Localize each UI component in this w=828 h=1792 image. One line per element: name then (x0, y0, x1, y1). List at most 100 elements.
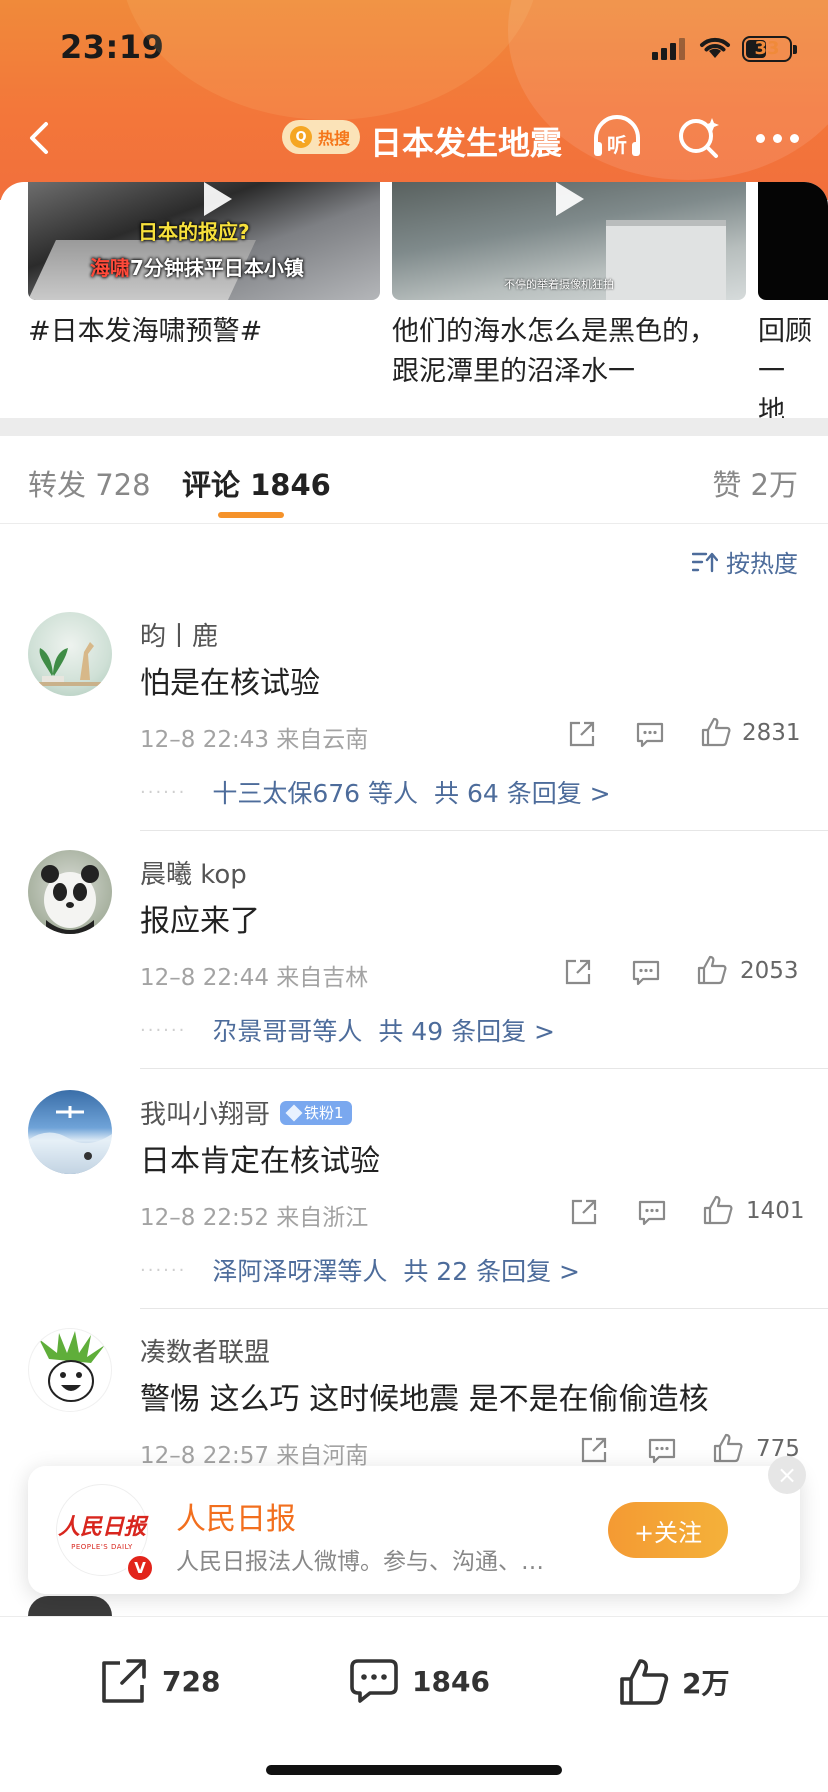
play-icon (204, 182, 232, 216)
avatar[interactable] (28, 850, 112, 934)
comment-meta: 12–8 22:43 来自云南 (140, 727, 369, 753)
comment-meta: 12–8 22:44 来自吉林 (140, 965, 369, 991)
comment-icon[interactable] (636, 1196, 668, 1228)
video-thumbnail[interactable]: 日本的报应? 海啸7分钟抹平日本小镇 (28, 182, 380, 300)
username[interactable]: 昀丨鹿 (140, 616, 218, 653)
hot-search-badge[interactable]: Q 热搜 (282, 120, 361, 154)
bottom-action-bar: 728 1846 2万 (0, 1616, 828, 1792)
video-caption: 不停的举着摄像机狂拍 (504, 278, 614, 291)
account-description: 人民日报法人微博。参与、沟通、… (176, 1549, 544, 1575)
logo-text: 人民日报 (57, 1514, 146, 1540)
username[interactable]: 晨曦 kop (140, 854, 247, 891)
tab-like[interactable]: 赞 2万 (712, 462, 798, 504)
interaction-tabs: 转发 728 评论 1846 赞 2万 (0, 436, 828, 524)
verified-badge-icon: V (126, 1554, 154, 1582)
play-icon (556, 182, 584, 216)
hot-search-label: 热搜 (318, 129, 351, 148)
listen-label: 听 (607, 133, 627, 157)
logo-subtext: PEOPLE'S DAILY (71, 1543, 133, 1551)
account-name[interactable]: 人民日报 (176, 1494, 296, 1538)
thumbs-up-icon (620, 1659, 669, 1705)
comment-text: 怕是在核试验 (140, 666, 320, 701)
comment-icon[interactable] (634, 718, 666, 750)
diamond-icon (285, 1104, 303, 1121)
thumbs-up-icon[interactable] (702, 1194, 734, 1226)
sort-label: 按热度 (726, 550, 798, 578)
battery-level: 33 (754, 38, 780, 59)
like-count: 2万 (682, 1667, 730, 1700)
sort-toggle[interactable]: 按热度 (692, 544, 798, 579)
reply-authors[interactable]: 十三太保676 等人 (212, 774, 418, 810)
repost-button[interactable]: 728 (98, 1657, 220, 1705)
more-options-icon[interactable] (756, 134, 800, 144)
active-tab-indicator (218, 512, 284, 518)
thumbs-up-icon[interactable] (712, 1432, 744, 1464)
hot-search-icon: Q (290, 126, 312, 148)
search-icon[interactable] (676, 114, 722, 160)
comment-meta: 12–8 22:52 来自浙江 (140, 1205, 369, 1231)
reply-total-link[interactable]: 共 49 条回复 > (378, 1012, 555, 1048)
share-icon[interactable] (562, 956, 594, 988)
like-count: 1401 (746, 1198, 805, 1224)
video-title[interactable]: #日本发海啸预警# (28, 312, 368, 352)
like-button[interactable]: 2万 (618, 1657, 729, 1707)
share-icon[interactable] (568, 1196, 600, 1228)
username[interactable]: 凑数者联盟 (140, 1332, 270, 1369)
like-count: 2053 (740, 958, 799, 984)
comment-text: 警惕 这么巧 这时候地震 是不是在偷偷造核 (140, 1382, 709, 1417)
thumbs-up-icon[interactable] (696, 954, 728, 986)
related-videos-carousel: 日本的报应? 海啸7分钟抹平日本小镇 不停的举着摄像机狂拍 #日本发海啸预警# … (0, 182, 828, 418)
repost-count: 728 (162, 1664, 221, 1698)
username[interactable]: 我叫小翔哥 (140, 1094, 270, 1131)
comment-button[interactable]: 1846 (348, 1657, 490, 1705)
avatar[interactable] (28, 612, 112, 696)
avatar (28, 1596, 112, 1616)
comment-meta: 12–8 22:57 来自河南 (140, 1443, 369, 1469)
sort-icon (692, 552, 718, 572)
reply-summary[interactable]: ······ 十三太保676 等人 共 64 条回复 > (140, 774, 611, 810)
back-arrow-icon[interactable] (22, 118, 58, 158)
status-time: 23:19 (60, 28, 165, 66)
video-caption: 日本的报应? (138, 220, 250, 244)
repost-icon (102, 1659, 146, 1703)
fan-level-badge: 铁粉1 (280, 1100, 352, 1125)
video-title[interactable]: 他们的海水怎么是黑色的， 跟泥潭里的沼泽水一 (392, 312, 732, 392)
section-divider (0, 418, 828, 436)
comment-icon[interactable] (646, 1434, 678, 1466)
tab-repost[interactable]: 转发 728 (28, 462, 151, 504)
comment-icon (350, 1659, 398, 1703)
comment-text: 报应来了 (140, 904, 260, 939)
reply-total-link[interactable]: 共 64 条回复 > (434, 774, 611, 810)
avatar[interactable] (28, 1328, 112, 1412)
battery-icon: 33 (742, 36, 797, 62)
divider (140, 830, 828, 831)
avatar[interactable] (28, 1090, 112, 1174)
reply-summary[interactable]: ······ 尕景哥哥等人 共 49 条回复 > (140, 1012, 555, 1048)
video-thumbnail[interactable]: 不停的举着摄像机狂拍 (392, 182, 746, 300)
page-title: 日本发生地震 (370, 124, 563, 162)
topic-header: 23:19 33 Q 热搜 日本发生地震 听 (0, 0, 828, 200)
video-caption: 海啸7分钟抹平日本小镇 (90, 256, 304, 280)
divider (140, 1308, 828, 1309)
recommended-account-card[interactable]: 人民日报 PEOPLE'S DAILY V 人民日报 人民日报法人微博。参与、沟… (28, 1456, 806, 1594)
reply-total-link[interactable]: 共 22 条回复 > (403, 1252, 580, 1288)
cellular-signal-icon (652, 38, 688, 60)
follow-button[interactable]: +关注 (608, 1502, 728, 1558)
tab-comment[interactable]: 评论 1846 (182, 462, 331, 504)
divider (140, 1068, 828, 1069)
share-icon[interactable] (566, 718, 598, 750)
headphones-icon[interactable]: 听 (590, 112, 644, 162)
reply-authors[interactable]: 泽阿泽呀澤等人 (212, 1252, 387, 1288)
share-icon[interactable] (578, 1434, 610, 1466)
reply-summary[interactable]: ······ 泽阿泽呀澤等人 共 22 条回复 > (140, 1252, 580, 1288)
comment-count: 1846 (412, 1664, 490, 1698)
home-indicator (266, 1765, 562, 1775)
thumbs-up-icon[interactable] (700, 716, 732, 748)
close-icon[interactable]: × (768, 1456, 806, 1494)
comment-text: 日本肯定在核试验 (140, 1144, 380, 1179)
comment-icon[interactable] (630, 956, 662, 988)
video-thumbnail[interactable] (758, 182, 828, 300)
wifi-icon (700, 37, 730, 58)
video-title[interactable]: 回顾一地震， (758, 312, 828, 418)
reply-authors[interactable]: 尕景哥哥等人 (212, 1012, 362, 1048)
